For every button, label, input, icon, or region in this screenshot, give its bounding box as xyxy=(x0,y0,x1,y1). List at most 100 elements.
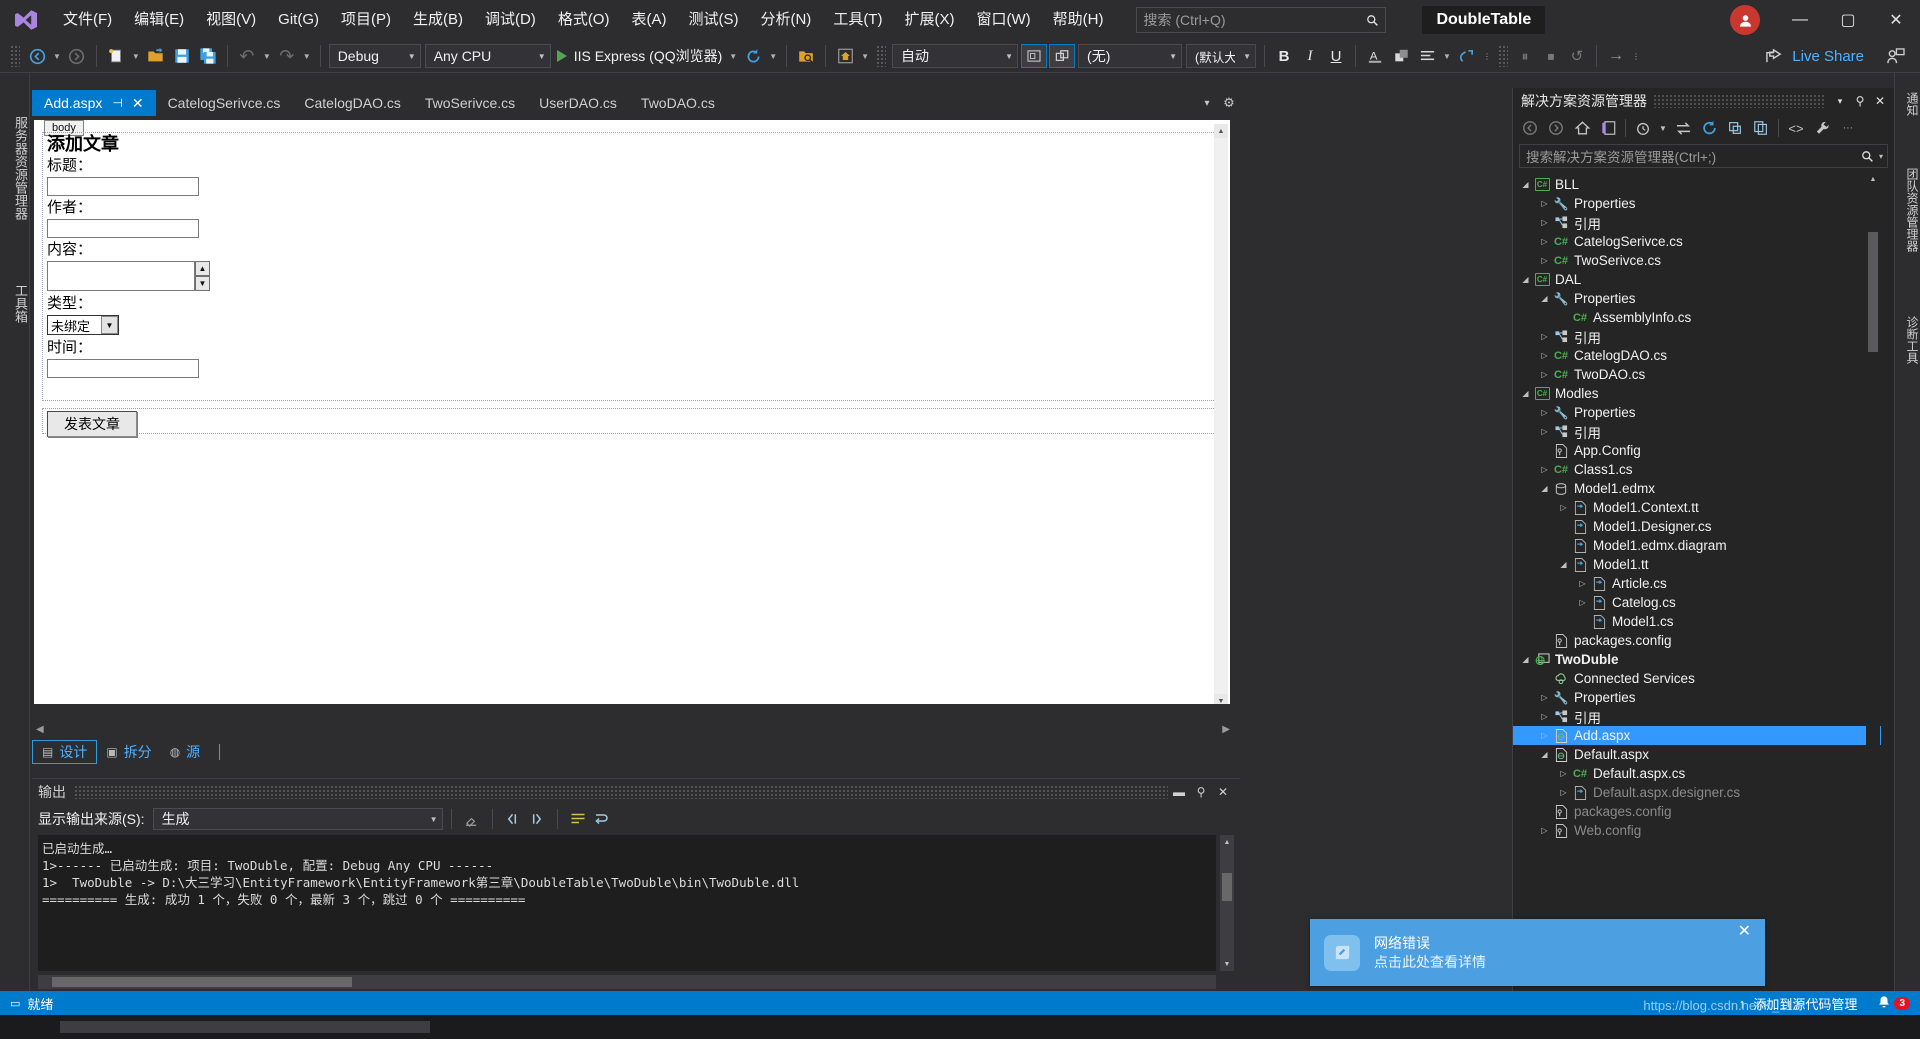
pending-changes-icon[interactable] xyxy=(1630,116,1656,140)
panel-close-button[interactable]: ✕ xyxy=(1870,91,1890,111)
menu-item-file[interactable]: 文件(F) xyxy=(52,0,123,40)
menu-item-format[interactable]: 格式(O) xyxy=(547,0,621,40)
editor-tab-userdao-cs[interactable]: UserDAO.cs xyxy=(527,90,629,116)
minimize-button[interactable]: — xyxy=(1776,0,1824,40)
undo-dropdown[interactable]: ▼ xyxy=(260,52,274,61)
tree-item[interactable]: Model1.edmx.diagram xyxy=(1513,536,1881,555)
notification-count-badge[interactable]: 3 xyxy=(1894,996,1910,1010)
toast-close-button[interactable]: ✕ xyxy=(1738,921,1751,941)
save-all-icon[interactable] xyxy=(195,43,221,69)
tree-item[interactable]: ▷ 🔧 Properties xyxy=(1513,688,1881,707)
close-button[interactable]: ✕ xyxy=(1872,0,1920,40)
tree-item[interactable]: ▷ 引用 xyxy=(1513,707,1881,726)
tree-item[interactable]: ▷ Default.aspx.designer.cs xyxy=(1513,783,1881,802)
previous-message-icon[interactable] xyxy=(501,808,525,830)
scrollbar-thumb[interactable] xyxy=(52,977,352,987)
solution-explorer-grip[interactable] xyxy=(1653,94,1824,108)
scroll-up-arrow[interactable]: ▲ xyxy=(1866,172,1880,186)
pause-button[interactable]: ⏸ xyxy=(1512,43,1538,69)
underline-button[interactable]: U xyxy=(1323,43,1349,69)
chevron-right-icon[interactable]: ▷ xyxy=(1538,712,1551,721)
chevron-down-icon[interactable]: ◢ xyxy=(1538,294,1551,303)
menu-item-table[interactable]: 表(A) xyxy=(620,0,677,40)
sidebar-tab-toolbox[interactable]: 工具箱 xyxy=(0,263,30,343)
toast-subtitle[interactable]: 点击此处查看详情 xyxy=(1374,953,1738,972)
sidebar-tab-server-explorer[interactable]: 服务器资源管理器 xyxy=(0,73,30,263)
aspx-design-surface[interactable]: body 添加文章 标题： 作者： 内容： ▲ ▼ 类型： 未绑定 ▼ 时间： … xyxy=(34,120,1230,704)
debug-overflow[interactable]: ⋮ xyxy=(1629,52,1643,61)
designer-vertical-scrollbar[interactable]: ▲ ▼ xyxy=(1214,124,1228,704)
chevron-right-icon[interactable]: ▷ xyxy=(1538,693,1551,702)
tab-source-view[interactable]: ◍ 源 xyxy=(161,740,209,764)
submit-article-button[interactable]: 发表文章 xyxy=(47,411,137,437)
undo-button[interactable]: ↶ xyxy=(234,43,260,69)
chevron-right-icon[interactable]: ▷ xyxy=(1538,218,1551,227)
chevron-down-icon[interactable]: ◢ xyxy=(1538,750,1551,759)
chevron-right-icon[interactable]: ▷ xyxy=(1538,351,1551,360)
tree-item[interactable]: ▷ 引用 xyxy=(1513,327,1881,346)
menu-item-analyze[interactable]: 分析(N) xyxy=(749,0,822,40)
tree-item[interactable]: ▷ C# TwoDAO.cs xyxy=(1513,365,1881,384)
tree-item[interactable]: ◢ TwoDuble xyxy=(1513,650,1881,669)
tree-item[interactable]: ▷ C# CatelogSerivce.cs xyxy=(1513,232,1881,251)
wrench-icon[interactable] xyxy=(1809,116,1835,140)
chevron-right-icon[interactable]: ▷ xyxy=(1538,332,1551,341)
output-close-button[interactable]: ✕ xyxy=(1212,781,1234,803)
refresh-icon[interactable] xyxy=(740,43,766,69)
maximize-button[interactable]: ▢ xyxy=(1824,0,1872,40)
spinner-up-icon[interactable]: ▲ xyxy=(195,261,210,276)
dropdown-type[interactable]: 未绑定 ▼ xyxy=(47,315,119,335)
chevron-right-icon[interactable]: ▷ xyxy=(1538,237,1551,246)
sidebar-tab-notifications[interactable]: 通知 xyxy=(1895,73,1920,135)
tree-item[interactable]: ◢ Default.aspx xyxy=(1513,745,1881,764)
chevron-down-icon[interactable]: ◢ xyxy=(1538,484,1551,493)
align-icon[interactable] xyxy=(1414,43,1440,69)
editor-tab-add-aspx[interactable]: Add.aspx ⊣ ✕ xyxy=(32,90,156,116)
sidebar-tab-team-explorer[interactable]: 团队资源管理器 xyxy=(1895,135,1920,285)
redo-dropdown[interactable]: ▼ xyxy=(300,52,314,61)
tree-item[interactable]: packages.config xyxy=(1513,802,1881,821)
bold-button[interactable]: B xyxy=(1271,43,1297,69)
target-schema-combo[interactable]: 自动 ▼ xyxy=(892,44,1019,68)
chevron-down-icon[interactable]: ◢ xyxy=(1519,389,1532,398)
menu-item-build[interactable]: 生成(B) xyxy=(402,0,474,40)
browse-with-icon[interactable] xyxy=(793,43,819,69)
toolbar-grip-2[interactable] xyxy=(876,45,887,67)
tree-item[interactable]: Model1.cs xyxy=(1513,612,1881,631)
chevron-right-icon[interactable]: ▷ xyxy=(1557,503,1570,512)
fill-color-icon[interactable] xyxy=(1388,43,1414,69)
toolbar-grip-3[interactable] xyxy=(1497,45,1508,67)
menu-item-edit[interactable]: 编辑(E) xyxy=(123,0,195,40)
align-dropdown[interactable]: ▼ xyxy=(1440,52,1454,61)
scroll-up-arrow[interactable]: ▲ xyxy=(1220,835,1234,849)
tree-item[interactable]: ▷ Add.aspx xyxy=(1513,726,1881,745)
tree-item[interactable]: ◢ 🔧 Properties xyxy=(1513,289,1881,308)
chevron-down-icon[interactable]: ◢ xyxy=(1557,560,1570,569)
tree-item[interactable]: C# AssemblyInfo.cs xyxy=(1513,308,1881,327)
chevron-right-icon[interactable]: ▷ xyxy=(1538,199,1551,208)
next-message-icon[interactable] xyxy=(525,808,549,830)
user-account-avatar[interactable] xyxy=(1730,5,1760,35)
restart-button[interactable]: ↺ xyxy=(1564,43,1590,69)
tree-item[interactable]: App.Config xyxy=(1513,441,1881,460)
pending-changes-dropdown[interactable]: ▼ xyxy=(1656,116,1670,140)
live-share-user-icon[interactable] xyxy=(1882,43,1908,69)
quick-launch-search[interactable]: 搜索 (Ctrl+Q) xyxy=(1136,7,1387,33)
output-vertical-scrollbar[interactable]: ▲ ▼ xyxy=(1220,835,1234,971)
tab-design-view[interactable]: ▤ 设计 xyxy=(32,740,98,764)
style-application-combo[interactable]: (无) ▼ xyxy=(1078,44,1183,68)
navigate-backward-dropdown[interactable]: ▼ xyxy=(50,52,64,61)
output-horizontal-scrollbar[interactable] xyxy=(38,975,1216,989)
autoscroll-icon[interactable] xyxy=(590,808,614,830)
show-borders-toggle[interactable] xyxy=(1021,44,1048,68)
gear-icon[interactable]: ⚙ xyxy=(1218,92,1240,114)
output-text-area[interactable]: 已启动生成… 1>------ 已启动生成: 项目: TwoDuble, 配置:… xyxy=(38,835,1216,971)
sidebar-tab-diagnostic-tools[interactable]: 诊断工具 xyxy=(1895,285,1920,395)
menu-item-test[interactable]: 测试(S) xyxy=(677,0,749,40)
tree-item[interactable]: ◢ C# Modles xyxy=(1513,384,1881,403)
tree-item[interactable]: ▷ Model1.Context.tt xyxy=(1513,498,1881,517)
tree-item[interactable]: ◢ Model1.edmx xyxy=(1513,479,1881,498)
output-panel-grip[interactable] xyxy=(74,785,1168,799)
stop-button[interactable]: ⏹ xyxy=(1538,43,1564,69)
textbox-title[interactable] xyxy=(47,177,199,196)
